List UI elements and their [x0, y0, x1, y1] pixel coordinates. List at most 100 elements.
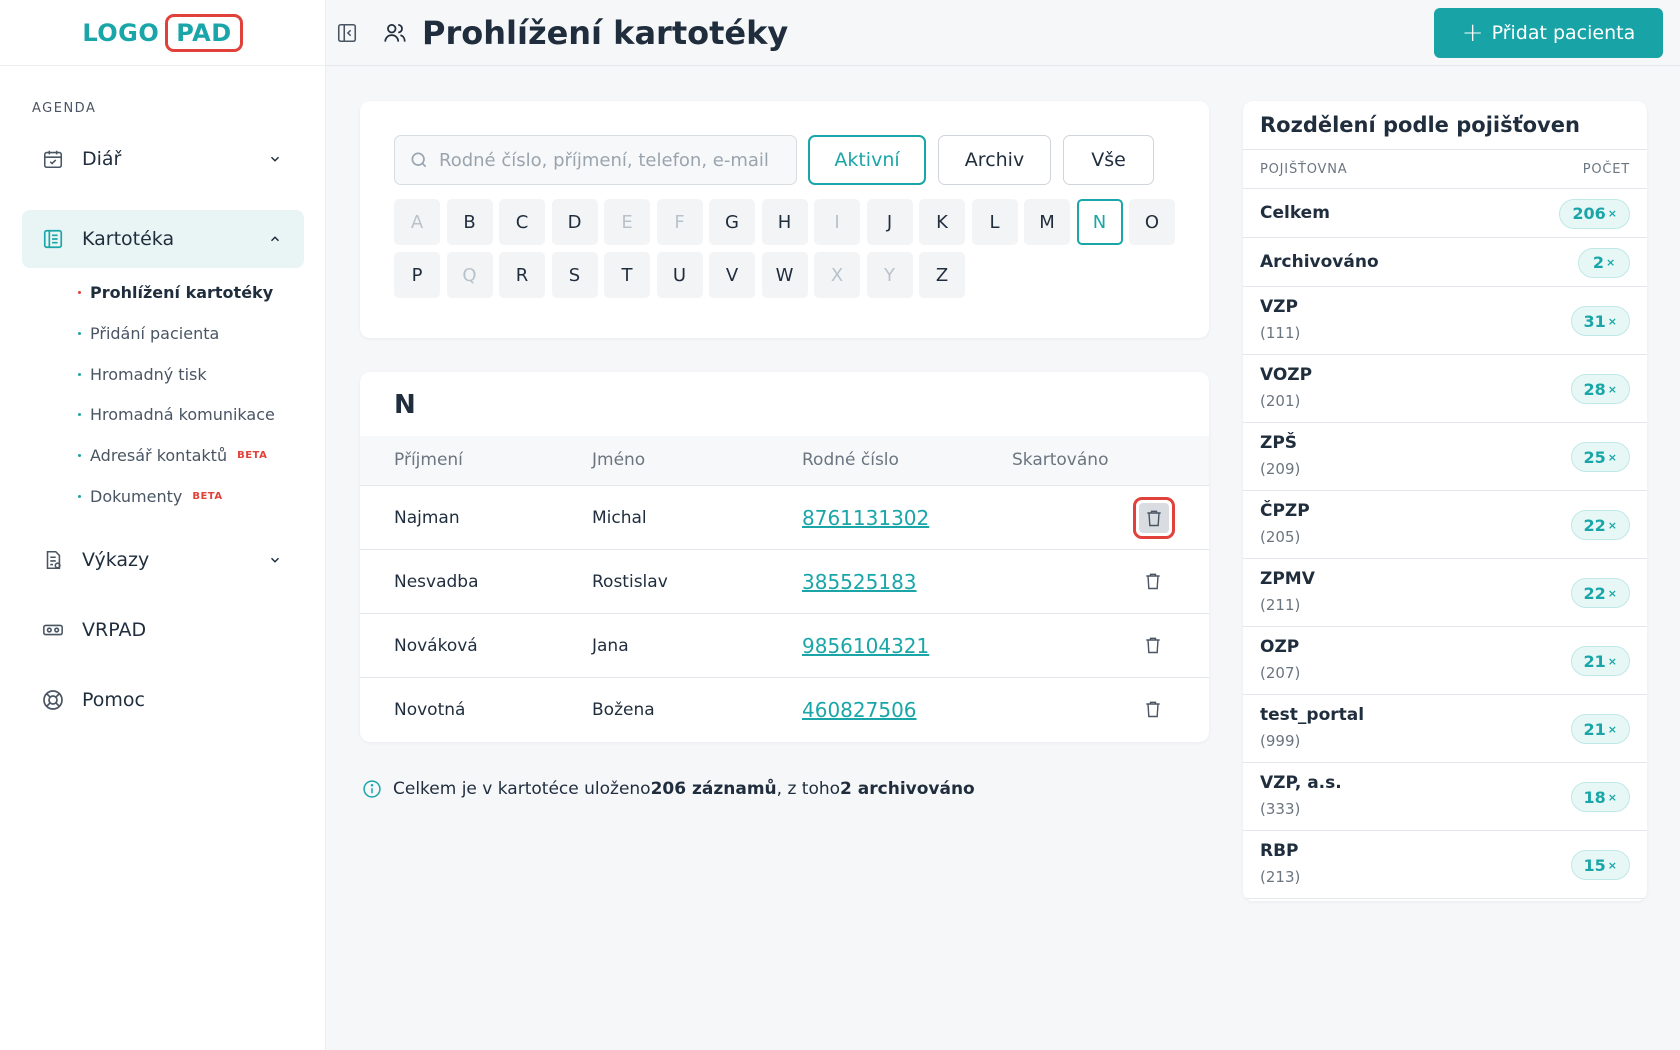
letter-filter-k[interactable]: K [919, 199, 965, 245]
letter-filter-h[interactable]: H [761, 199, 808, 245]
insurer-code: (207) [1260, 664, 1301, 682]
sub-item-pridani-pacienta[interactable]: Přidání pacienta [78, 324, 219, 343]
plus-icon: + [1461, 18, 1484, 48]
cell-surname: Najman [394, 508, 460, 528]
search-box[interactable] [394, 135, 797, 185]
letter-filter-d[interactable]: D [551, 199, 598, 245]
insurer-count-badge: 206 × [1559, 198, 1630, 229]
insurer-row: ČPZP (205) 22 × [1243, 491, 1647, 559]
letter-filter-b[interactable]: B [446, 199, 493, 245]
times-mark: × [1607, 586, 1617, 600]
logo-text-left: LOGO [82, 18, 160, 47]
letter-filter-z[interactable]: Z [919, 252, 965, 298]
sidebar-item-vrpad[interactable]: VRPAD [22, 601, 304, 659]
delete-button[interactable] [1138, 632, 1168, 662]
sub-item-hromadna-komunikace[interactable]: Hromadná komunikace [78, 405, 275, 424]
summary-prefix: Celkem je v kartotéce uloženo [393, 779, 651, 799]
insurer-code: (333) [1260, 800, 1301, 818]
logo-text-right: PAD [165, 13, 243, 52]
letter-filter-j[interactable]: J [866, 199, 913, 245]
letter-filter-g[interactable]: G [709, 199, 755, 245]
column-header-surname[interactable]: Příjmení [394, 450, 463, 470]
letter-filter-s[interactable]: S [551, 252, 598, 298]
delete-button[interactable] [1138, 696, 1168, 726]
insurer-count-badge: 25 × [1570, 442, 1630, 472]
letter-filter-l[interactable]: L [971, 199, 1018, 245]
sidebar-item-diar[interactable]: Diář [22, 130, 304, 188]
trash-icon [1143, 570, 1163, 596]
insurer-count-badge: 22 × [1570, 510, 1630, 540]
filter-aktivni-button[interactable]: Aktivní [808, 135, 926, 185]
table-row[interactable]: Nováková Jana 9856104321 [360, 614, 1209, 678]
insurer-row: VOZP (201) 28 × [1243, 355, 1647, 423]
sub-item-label: Hromadná komunikace [90, 405, 275, 424]
insurer-row: RBP (213) 15 × [1243, 831, 1647, 899]
letter-filter-v[interactable]: V [709, 252, 755, 298]
sidebar-item-pomoc[interactable]: Pomoc [22, 671, 304, 729]
sub-item-label: Hromadný tisk [90, 365, 207, 384]
table-row[interactable]: Novotná Božena 460827506 [360, 678, 1209, 742]
insurer-count-badge: 15 × [1570, 850, 1630, 880]
letter-filter-e: E [604, 199, 650, 245]
letter-filter-n[interactable]: N [1076, 199, 1123, 245]
insurer-count: 22 [1583, 583, 1606, 603]
letter-filter-t[interactable]: T [604, 252, 650, 298]
sidebar-item-label: VRPAD [82, 619, 147, 641]
insurer-count-badge: 22 × [1570, 578, 1630, 608]
delete-button[interactable] [1138, 568, 1168, 598]
add-patient-button[interactable]: + Přidat pacienta [1434, 8, 1663, 58]
letter-filter-f: F [656, 199, 703, 245]
table-row[interactable]: Najman Michal 8761131302 [360, 486, 1209, 550]
summary-middle: , z toho [776, 779, 841, 799]
letter-filter-o[interactable]: O [1129, 199, 1175, 245]
column-header-shredded[interactable]: Skartováno [1012, 450, 1108, 470]
beta-badge: BETA [237, 450, 268, 461]
filter-archiv-button[interactable]: Archiv [938, 135, 1051, 185]
insurer-count-badge: 31 × [1570, 306, 1630, 336]
sub-item-dokumenty[interactable]: Dokumenty BETA [78, 487, 223, 506]
letter-filter-u[interactable]: U [656, 252, 703, 298]
letter-filter-c[interactable]: C [499, 199, 545, 245]
cell-birth-number-link[interactable]: 8761131302 [802, 506, 929, 530]
times-mark: × [1607, 207, 1617, 220]
letter-filter-q: Q [446, 252, 493, 298]
insurer-name: VZP [1260, 297, 1298, 317]
insurer-count-badge: 21 × [1570, 714, 1630, 744]
insurer-count: 21 [1583, 719, 1606, 739]
cell-birth-number-link[interactable]: 9856104321 [802, 634, 929, 658]
insurer-name: ZPŠ [1260, 433, 1298, 453]
column-header-name[interactable]: Jméno [592, 450, 645, 470]
times-mark: × [1607, 722, 1617, 736]
info-icon [362, 779, 382, 799]
logo[interactable]: LOGO PAD [82, 13, 243, 52]
letter-filter-w[interactable]: W [761, 252, 808, 298]
users-icon [382, 20, 408, 46]
letter-filter-r[interactable]: R [499, 252, 545, 298]
filter-vse-button[interactable]: Vše [1063, 135, 1154, 185]
letter-filter-m[interactable]: M [1024, 199, 1070, 245]
sidebar-item-kartoteka[interactable]: Kartotéka [22, 210, 304, 268]
search-input[interactable] [439, 149, 779, 171]
sub-item-hromadny-tisk[interactable]: Hromadný tisk [78, 365, 207, 384]
sidebar-item-vykazy[interactable]: Výkazy [22, 531, 304, 589]
insurer-row: Archivováno 2 × [1243, 238, 1647, 287]
cell-birth-number-link[interactable]: 460827506 [802, 698, 917, 722]
delete-button[interactable] [1133, 497, 1175, 539]
times-mark: × [1607, 314, 1617, 328]
page-title: Prohlížení kartotéky [422, 14, 789, 52]
sidebar-collapse-icon[interactable] [336, 22, 358, 44]
insurer-code: (999) [1260, 732, 1301, 750]
letter-filter-p[interactable]: P [394, 252, 440, 298]
letter-filter-x: X [814, 252, 860, 298]
beta-badge: BETA [192, 491, 223, 502]
column-header-birth-number[interactable]: Rodné číslo [802, 450, 899, 470]
bullet-icon [78, 495, 81, 498]
letter-filter-i: I [814, 199, 860, 245]
summary-count: 206 záznamů [650, 779, 777, 799]
table-row[interactable]: Nesvadba Rostislav 385525183 [360, 550, 1209, 614]
cell-birth-number-link[interactable]: 385525183 [802, 570, 917, 594]
sub-item-prohlizeni[interactable]: Prohlížení kartotéky [78, 283, 273, 302]
sub-item-adresar-kontaktu[interactable]: Adresář kontaktů BETA [78, 446, 267, 465]
cell-name: Jana [592, 636, 629, 656]
summary-archived: 2 archivováno [840, 779, 975, 799]
